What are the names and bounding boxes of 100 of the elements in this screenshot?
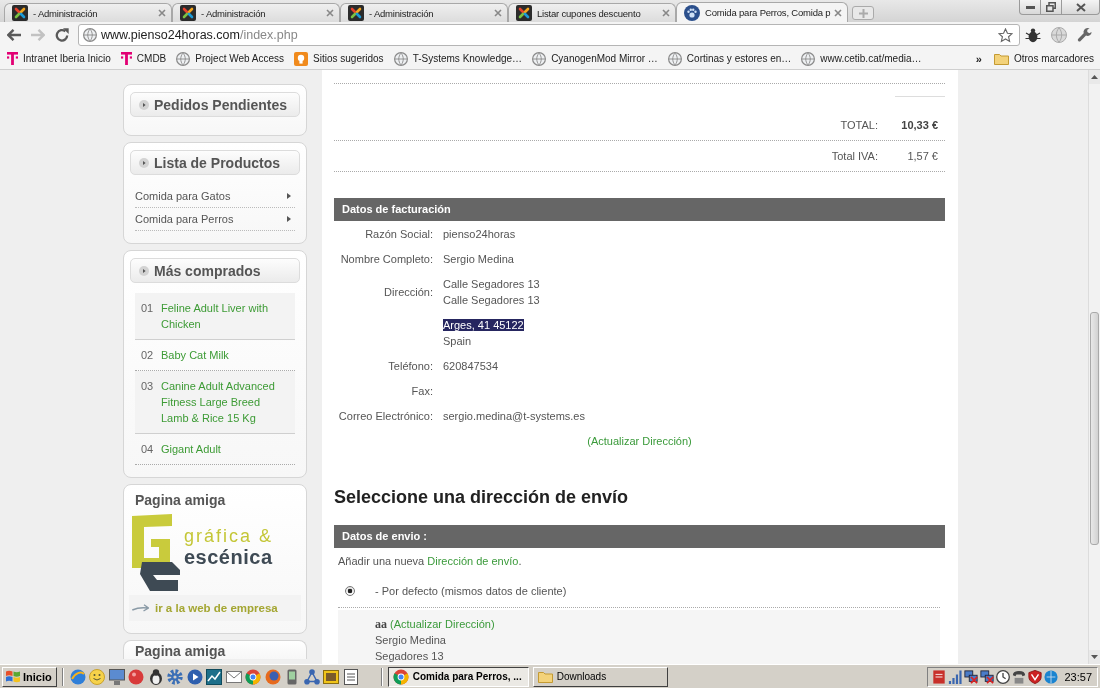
figure-icon[interactable] (147, 668, 164, 685)
bug-icon[interactable] (1025, 27, 1041, 43)
total-label: Total IVA: (831, 150, 878, 162)
bookmark-link[interactable]: CMDB (116, 52, 171, 65)
signal-icon[interactable] (948, 669, 963, 684)
field-label: Nombre Completo: (340, 252, 433, 265)
back-icon (7, 29, 21, 41)
bookmark-link[interactable]: T-Systems Knowledge… (389, 51, 527, 66)
update-address-link[interactable]: (Actualizar Dirección) (587, 434, 692, 447)
category-link[interactable]: Comida para Perros (135, 208, 295, 231)
down-arrow-icon (1091, 655, 1098, 659)
minimize-button[interactable] (1019, 0, 1041, 15)
folder-icon (537, 670, 553, 683)
document-icon[interactable] (932, 669, 947, 684)
address-line: Sergio Medina (375, 634, 446, 646)
field-label: Dirección: (384, 285, 433, 298)
more-bookmarks-button[interactable]: » (975, 52, 982, 65)
close-icon[interactable] (494, 9, 502, 17)
t-logo-icon (120, 52, 132, 65)
start-button[interactable]: Inicio (2, 666, 57, 687)
bookmark-link[interactable]: Project Web Access (172, 51, 289, 66)
up-arrow-icon (1091, 75, 1098, 79)
triangle-icon (287, 193, 291, 199)
chart-icon[interactable] (206, 668, 223, 685)
network-off-icon[interactable] (980, 669, 995, 684)
globe-icon (393, 51, 408, 66)
play-icon[interactable] (186, 668, 203, 685)
restore-button[interactable] (1041, 0, 1062, 15)
bookmark-link[interactable]: www.cetib.cat/media… (797, 51, 926, 66)
taskbar-button[interactable]: Downloads (532, 666, 668, 687)
arrow-circle-icon (139, 99, 149, 110)
globe-icon[interactable] (69, 668, 86, 685)
document-icon[interactable] (342, 668, 359, 685)
field-value: Calle Segadores 13 (443, 277, 540, 290)
wrench-icon[interactable] (1077, 27, 1093, 43)
x-tile-icon (516, 5, 532, 21)
browser-tab[interactable]: Comida para Perros, Comida p (676, 2, 849, 22)
globe-icon (532, 51, 547, 66)
bookmark-link[interactable]: Intranet Iberia Inicio (3, 52, 115, 65)
envelope-icon[interactable] (225, 668, 242, 685)
address-line: Segadores 13 (375, 650, 444, 662)
arrow-icon (132, 604, 149, 612)
total-value: 10,33 € (901, 119, 938, 131)
phone-icon[interactable] (1012, 669, 1027, 684)
x-tile-icon (12, 5, 28, 21)
panel-title: Pedidos Pendientes (154, 96, 288, 113)
bookmark-link[interactable]: Cortinas y estores en… (663, 51, 796, 66)
field-label: Fax: (411, 384, 433, 397)
rank-number: 01 (141, 302, 154, 314)
monitor-icon[interactable] (108, 668, 125, 685)
star-icon[interactable] (998, 27, 1013, 43)
close-icon[interactable] (158, 9, 166, 17)
browser-tab[interactable]: - Administración (4, 3, 172, 22)
wheel-icon[interactable] (392, 668, 409, 685)
arrow-circle-icon (139, 157, 149, 168)
paw-icon (684, 4, 700, 21)
globe-icon (83, 28, 97, 42)
close-icon[interactable] (834, 8, 843, 17)
other-bookmarks-button[interactable]: Otros marcadores (989, 52, 1098, 65)
panel-title: Lista de Productos (154, 154, 281, 171)
scroll-thumb[interactable] (1090, 312, 1099, 545)
wheel-icon[interactable] (245, 668, 262, 685)
x-tile-icon (348, 5, 364, 21)
t-logo-icon (7, 52, 18, 65)
taskbar-button[interactable]: Comida para Perros, ... (387, 666, 529, 687)
field-value: Sergio Medina (443, 252, 514, 265)
globe-icon (667, 51, 682, 66)
folder-icon (993, 52, 1009, 65)
scroll-up-button[interactable] (1089, 70, 1100, 84)
product-link[interactable]: Baby Cat Milk (161, 347, 285, 363)
option-label: - Por defecto (mismos datos de cliente) (375, 585, 567, 597)
browser-tab[interactable]: Listar cupones descuento (508, 3, 676, 22)
close-button[interactable] (1062, 0, 1100, 15)
close-icon[interactable] (662, 9, 670, 17)
clock-icon[interactable] (996, 669, 1011, 684)
globe-icon (801, 51, 816, 66)
field-value: 620847534 (443, 359, 499, 372)
smiley-icon[interactable] (89, 668, 106, 685)
address-field[interactable]: www.pienso24horas.com/index.php (78, 24, 1020, 46)
section-header: Datos de envio : (334, 525, 945, 548)
picture-icon[interactable] (323, 668, 340, 685)
category-link[interactable]: Comida para Gatos (135, 185, 295, 208)
clock: 23:57 (1064, 670, 1092, 683)
globe-icon[interactable] (264, 668, 281, 685)
field-value: Spain (443, 334, 472, 347)
network-off-icon[interactable] (964, 669, 979, 684)
forward-icon (31, 29, 45, 41)
radio-button[interactable] (345, 586, 355, 596)
section-header: Datos de facturación (334, 198, 945, 221)
close-icon[interactable] (326, 9, 334, 17)
bookmark-link[interactable]: Sitios sugeridos (290, 51, 388, 66)
bookmark-link[interactable]: CyanogenMod Mirror … (528, 51, 662, 66)
restore-icon (1046, 2, 1056, 12)
shield-icon[interactable] (1028, 669, 1043, 684)
field-value: Calle Segadores 13 (443, 293, 540, 306)
browser-tab[interactable]: - Administración (172, 3, 340, 22)
network-icon[interactable] (303, 668, 320, 685)
scroll-down-button[interactable] (1089, 650, 1100, 664)
globe-icon (176, 51, 191, 66)
browser-tab[interactable]: - Administración (340, 3, 508, 22)
